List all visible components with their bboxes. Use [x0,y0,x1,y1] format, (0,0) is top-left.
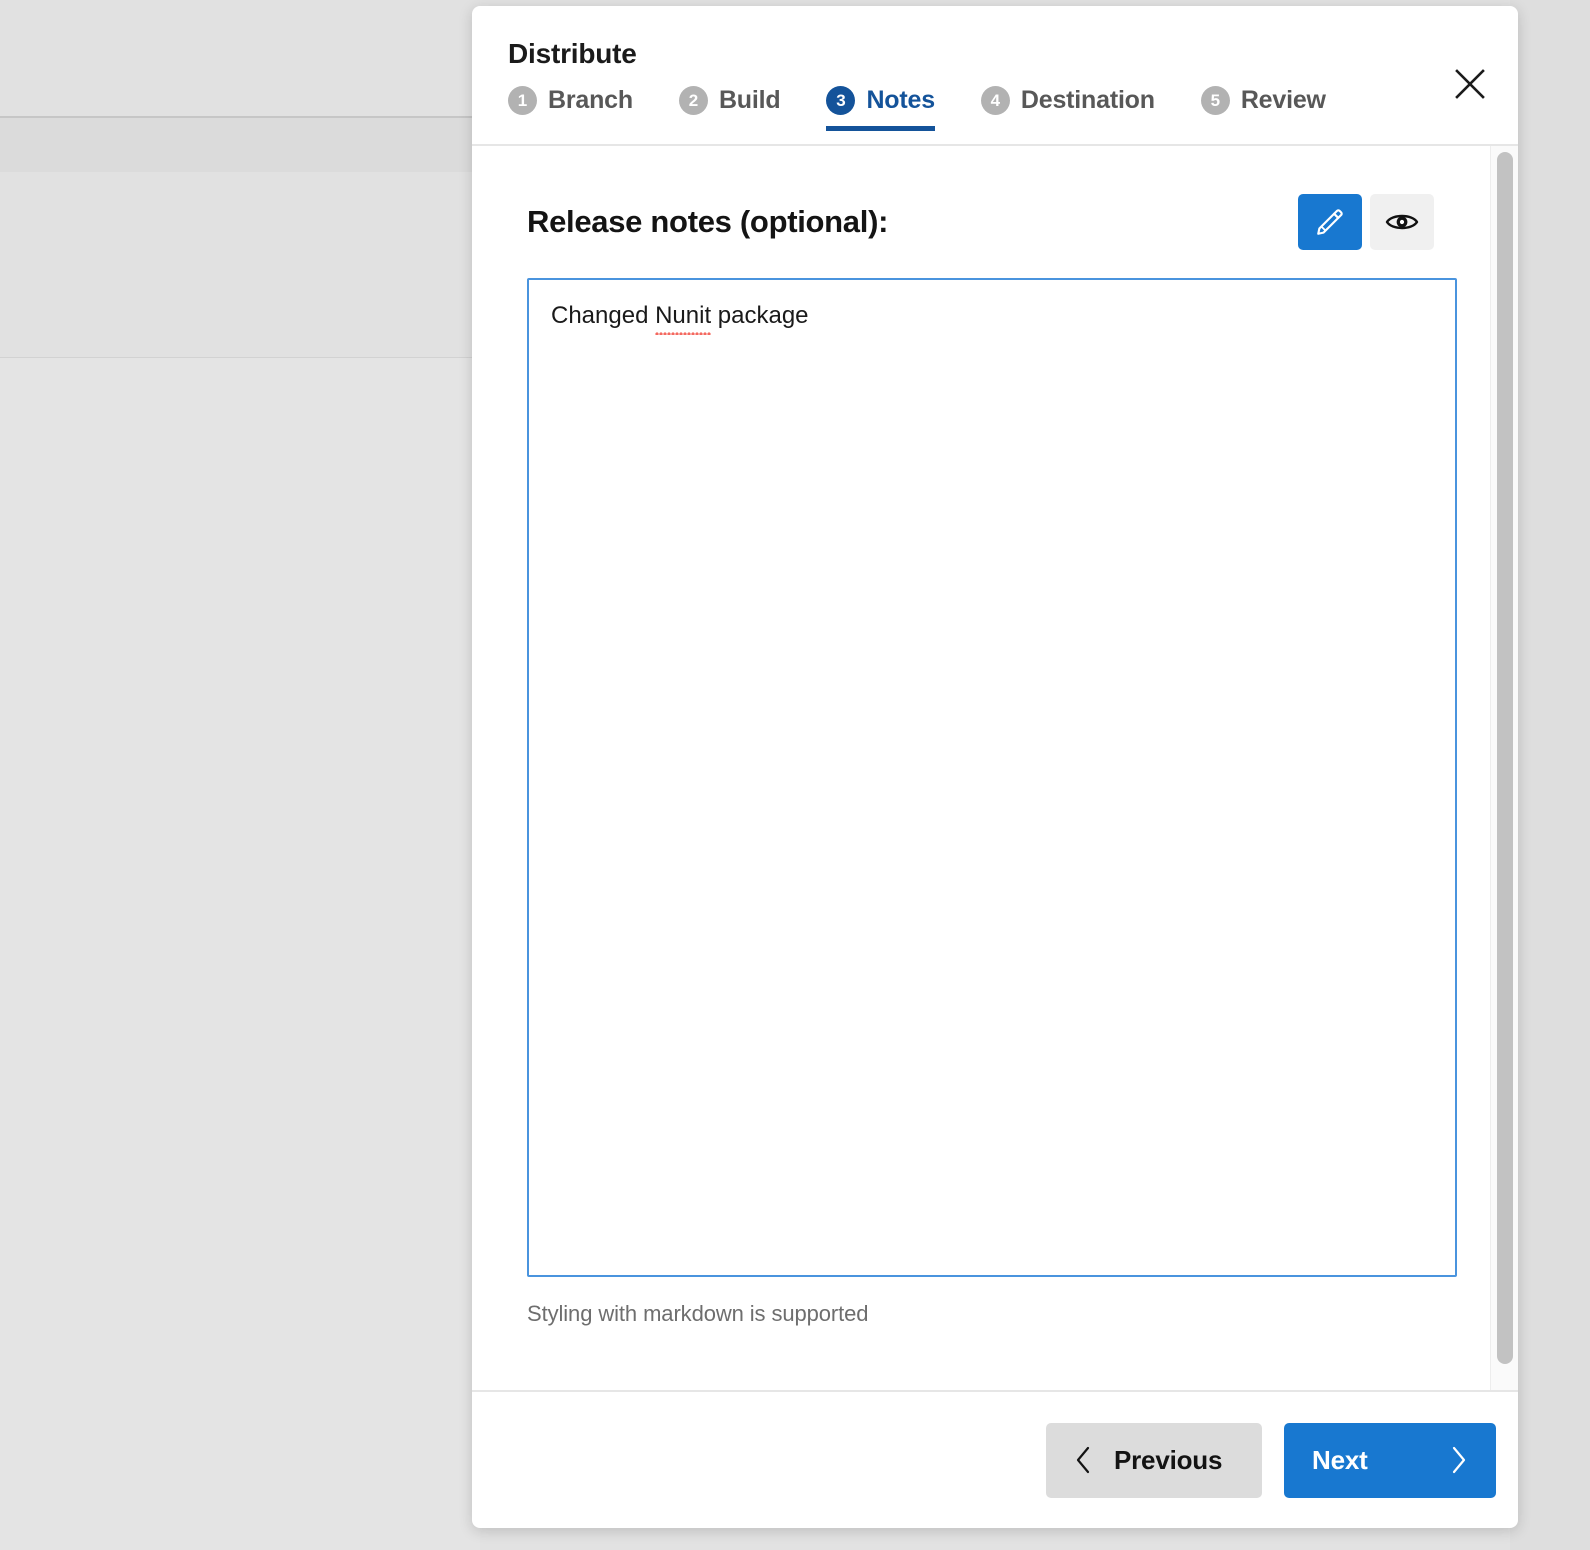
step-label: Destination [1020,86,1155,114]
misspelled-word: Nunit [655,300,712,336]
previous-button-label: Previous [1114,1444,1223,1475]
step-number-badge: 5 [1200,86,1230,115]
chevron-left-icon [1074,1445,1092,1475]
distribute-dialog: Distribute 1 Branch 2 Build 3 Notes 4 De… [472,6,1518,1528]
step-number-badge: 1 [508,86,537,115]
release-notes-input[interactable]: Changed Nunit package [527,278,1457,1277]
dialog-header: Distribute 1 Branch 2 Build 3 Notes 4 De… [472,6,1518,146]
backdrop-right-strip [1510,0,1590,1550]
notes-header-row: Release notes (optional): [527,194,1434,250]
dialog-body: Release notes (optional): Changed Nunit … [472,146,1518,1390]
close-icon [1453,67,1487,101]
chevron-right-icon [1450,1445,1468,1475]
page-title: Distribute [508,38,637,69]
scrollbar-thumb[interactable] [1497,152,1513,1364]
eye-icon [1385,207,1419,237]
backdrop-band-bottom [0,358,480,1550]
step-label: Branch [548,86,633,114]
notes-text-suffix: package [711,302,809,329]
notes-section: Release notes (optional): Changed Nunit … [472,146,1490,1390]
step-label: Notes [866,86,935,114]
backdrop-band-top [0,0,480,117]
previous-button[interactable]: Previous [1046,1422,1262,1498]
preview-mode-button[interactable] [1370,194,1434,250]
step-build[interactable]: 2 Build [678,86,805,131]
step-destination[interactable]: 4 Destination [980,86,1179,131]
pencil-icon [1315,207,1345,237]
backdrop-band-mid [0,118,480,172]
notes-text-prefix: Changed [551,302,656,329]
close-button[interactable] [1444,58,1496,110]
step-number-badge: 2 [678,86,708,115]
step-label: Build [718,86,781,114]
step-branch[interactable]: 1 Branch [508,86,657,131]
release-notes-label: Release notes (optional): [527,204,889,239]
next-button-label: Next [1312,1444,1368,1475]
editor-mode-toggle [1298,194,1434,250]
vertical-scrollbar[interactable] [1490,146,1518,1390]
step-review[interactable]: 5 Review [1200,86,1350,131]
step-number-badge: 3 [826,86,856,115]
next-button[interactable]: Next [1284,1422,1496,1498]
step-nav: 1 Branch 2 Build 3 Notes 4 Destination 5… [508,86,1518,131]
edit-mode-button[interactable] [1298,194,1362,250]
markdown-hint: Styling with markdown is supported [527,1301,869,1326]
step-number-badge: 4 [980,86,1010,115]
release-notes-text: Changed Nunit package [551,300,809,336]
step-label: Review [1240,86,1326,114]
step-notes[interactable]: 3 Notes [826,86,958,131]
dialog-footer: Previous Next [472,1390,1518,1528]
backdrop-band-lower [0,172,480,357]
